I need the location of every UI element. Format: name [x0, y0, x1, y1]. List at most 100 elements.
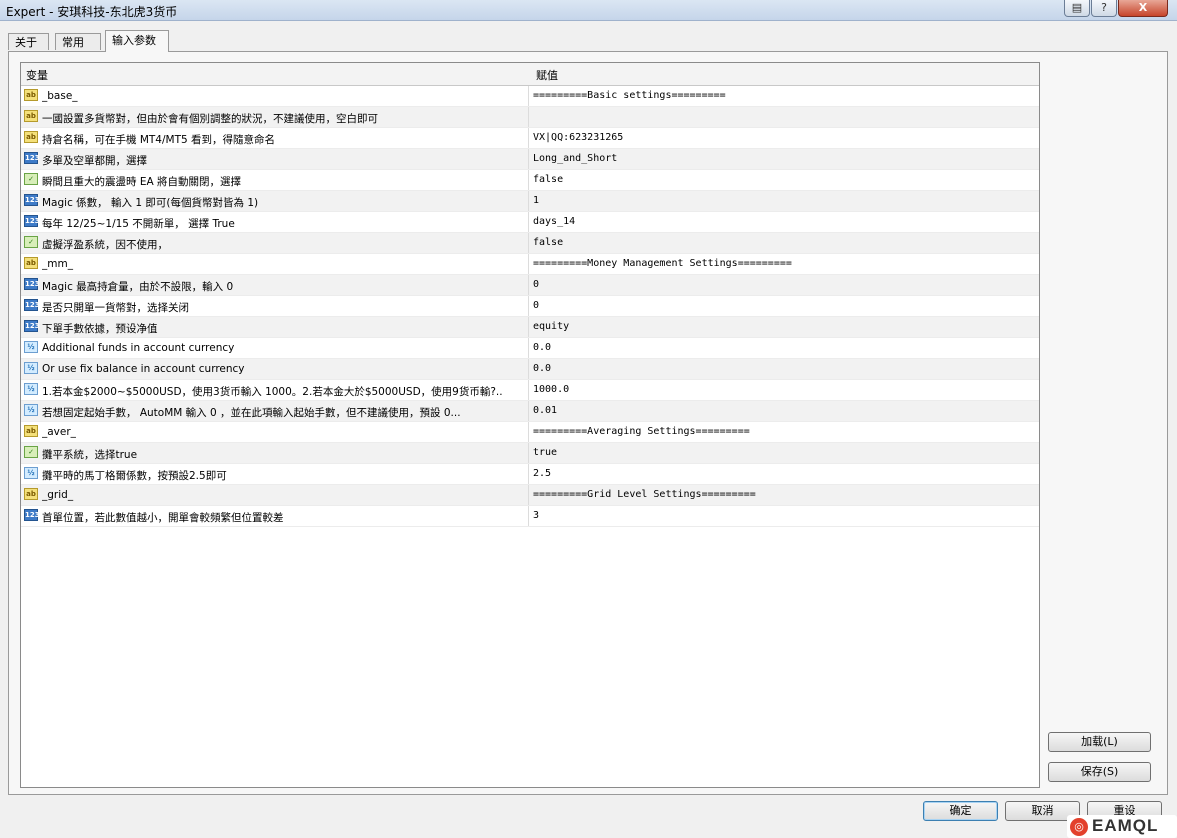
column-divider	[528, 170, 529, 190]
tab-common[interactable]: 常用	[55, 33, 101, 50]
column-divider	[528, 506, 529, 526]
parameter-value[interactable]: =========Averaging Settings=========	[533, 426, 1033, 437]
parameter-row[interactable]: 123 Magic 最高持倉量，由於不設限，輸入 0 0	[21, 275, 1039, 296]
column-divider	[528, 296, 529, 316]
parameter-value[interactable]: 0	[533, 300, 1033, 311]
boolean-type-icon: ✓	[24, 173, 38, 185]
window-menu-icon: ▤	[1071, 1, 1083, 14]
string-type-icon: ab	[24, 257, 38, 269]
parameter-value[interactable]: =========Basic settings=========	[533, 90, 1033, 101]
integer-type-icon: 123	[24, 215, 40, 227]
column-header-value[interactable]: 赋值	[536, 67, 558, 83]
parameter-row[interactable]: ab 持倉名稱，可在手機 MT4/MT5 看到，得隨意命名 VX|QQ:623231…	[21, 128, 1039, 149]
string-type-icon: ab	[24, 89, 38, 101]
column-divider	[528, 254, 529, 274]
parameter-value[interactable]: Long_and_Short	[533, 153, 1033, 164]
parameter-row[interactable]: ½ 攤平時的馬丁格爾係數，按預設2.5即可 2.5	[21, 464, 1039, 485]
integer-type-icon: 123	[24, 320, 40, 332]
parameter-value[interactable]: 0.0	[533, 363, 1033, 374]
column-divider	[528, 275, 529, 295]
column-divider	[528, 359, 529, 379]
parameter-row[interactable]: ✓ 攤平系統，选择true true	[21, 443, 1039, 464]
parameter-row[interactable]: ½ Additional funds in account currency 0.0	[21, 338, 1039, 359]
parameter-value[interactable]: true	[533, 447, 1033, 458]
parameter-row[interactable]: 123 首單位置，若此數值越小，開單會較頻繁但位置較差 3	[21, 506, 1039, 527]
close-icon: X	[1138, 1, 1148, 14]
watermark-text: EAMQL	[1092, 816, 1159, 835]
tab-about[interactable]: 关于	[8, 33, 49, 50]
help-button[interactable]: ?	[1091, 0, 1117, 17]
parameter-value[interactable]: days_14	[533, 216, 1033, 227]
parameter-name: 一國設置多貨幣對，但由於會有個別調整的狀況，不建議使用，空白即可	[42, 113, 378, 125]
column-header-variable[interactable]: 变量	[26, 67, 48, 83]
parameter-value[interactable]: 1000.0	[533, 384, 1033, 395]
column-divider	[528, 464, 529, 484]
parameter-value[interactable]: =========Grid Level Settings=========	[533, 489, 1033, 500]
column-divider	[528, 149, 529, 169]
integer-type-icon: 123	[24, 278, 40, 290]
close-button[interactable]: X	[1118, 0, 1168, 17]
parameter-value[interactable]: false	[533, 237, 1033, 248]
column-divider	[528, 212, 529, 232]
load-button[interactable]: 加载(L)	[1048, 732, 1151, 752]
boolean-type-icon: ✓	[24, 446, 38, 458]
window-menu-button[interactable]: ▤	[1064, 0, 1090, 17]
parameter-row[interactable]: ab 一國設置多貨幣對，但由於會有個別調整的狀況，不建議使用，空白即可	[21, 107, 1039, 128]
parameter-row[interactable]: ½ Or use fix balance in account currency 0…	[21, 359, 1039, 380]
parameter-name: Magic 最高持倉量，由於不設限，輸入 0	[42, 281, 234, 293]
parameter-value[interactable]: 0.0	[533, 342, 1033, 353]
parameter-name: 1.若本金$2000~$5000USD，使用3货币輸入 1000。2.若本金大於…	[42, 386, 503, 398]
parameter-name: _mm_	[42, 258, 73, 270]
column-divider	[528, 317, 529, 337]
column-divider	[528, 86, 529, 106]
string-type-icon: ab	[24, 488, 38, 500]
parameter-row[interactable]: 123 Magic 係數， 輸入 1 即可(每個貨幣對皆為 1) 1	[21, 191, 1039, 212]
parameter-name: 虛擬浮盈系統，因不使用，	[42, 239, 168, 251]
column-divider	[528, 191, 529, 211]
parameter-row[interactable]: ab _aver_ =========Averaging Settings=====…	[21, 422, 1039, 443]
parameter-value[interactable]: 3	[533, 510, 1033, 521]
parameter-row[interactable]: ✓ 瞬間且重大的震盪時 EA 將自動關閉，選擇 false	[21, 170, 1039, 191]
parameter-row[interactable]: ½ 1.若本金$2000~$5000USD，使用3货币輸入 1000。2.若本金大…	[21, 380, 1039, 401]
parameter-value[interactable]: VX|QQ:623231265	[533, 132, 1033, 143]
column-divider	[528, 338, 529, 358]
save-button[interactable]: 保存(S)	[1048, 762, 1151, 782]
parameter-value[interactable]: 0	[533, 279, 1033, 290]
parameter-name: Magic 係數， 輸入 1 即可(每個貨幣對皆為 1)	[42, 197, 259, 209]
column-divider	[528, 107, 529, 127]
parameter-row[interactable]: 123 每年 12/25~1/15 不開新單， 選擇 True days_14	[21, 212, 1039, 233]
column-divider	[528, 422, 529, 442]
parameter-row[interactable]: ab _base_ =========Basic settings=========	[21, 86, 1039, 107]
boolean-type-icon: ✓	[24, 236, 38, 248]
grid-rows: ab _base_ =========Basic settings=========…	[21, 86, 1039, 527]
string-type-icon: ab	[24, 131, 38, 143]
parameter-row[interactable]: 123 是否只開單一貨幣對，选择关闭 0	[21, 296, 1039, 317]
parameter-row[interactable]: ½ 若想固定起始手數， AutoMM 輸入 0 ，並在此項輸入起始手數，但不建議使…	[21, 401, 1039, 422]
parameter-name: 首單位置，若此數值越小，開單會較頻繁但位置較差	[42, 512, 284, 524]
tab-inputs[interactable]: 输入参数	[105, 30, 169, 52]
parameter-value[interactable]: false	[533, 174, 1033, 185]
parameter-name: _aver_	[42, 426, 76, 438]
parameter-value[interactable]: =========Money Management Settings======…	[533, 258, 1033, 269]
integer-type-icon: 123	[24, 299, 40, 311]
parameter-name: _base_	[42, 90, 78, 102]
parameter-value[interactable]: equity	[533, 321, 1033, 332]
parameter-row[interactable]: ✓ 虛擬浮盈系統，因不使用， false	[21, 233, 1039, 254]
parameter-row[interactable]: 123 多單及空單都開，選擇 Long_and_Short	[21, 149, 1039, 170]
double-type-icon: ½	[24, 362, 38, 374]
ok-button[interactable]: 确定	[923, 801, 998, 821]
parameter-row[interactable]: ab _mm_ =========Money Management Settings…	[21, 254, 1039, 275]
parameter-row[interactable]: ab _grid_ =========Grid Level Settings====…	[21, 485, 1039, 506]
parameters-grid: 变量 赋值 ab _base_ =========Basic settings===…	[20, 62, 1040, 788]
parameter-row[interactable]: 123 下單手數依據，预设净值 equity	[21, 317, 1039, 338]
parameter-name: 下單手數依據，预设净值	[42, 323, 158, 335]
parameter-value[interactable]: 2.5	[533, 468, 1033, 479]
parameter-value[interactable]: 0.01	[533, 405, 1033, 416]
parameter-name: 攤平時的馬丁格爾係數，按預設2.5即可	[42, 470, 227, 482]
double-type-icon: ½	[24, 404, 38, 416]
column-divider	[528, 401, 529, 421]
grid-header: 变量 赋值	[21, 63, 1039, 86]
string-type-icon: ab	[24, 425, 38, 437]
parameter-value[interactable]: 1	[533, 195, 1033, 206]
parameter-name: 是否只開單一貨幣對，选择关闭	[42, 302, 189, 314]
